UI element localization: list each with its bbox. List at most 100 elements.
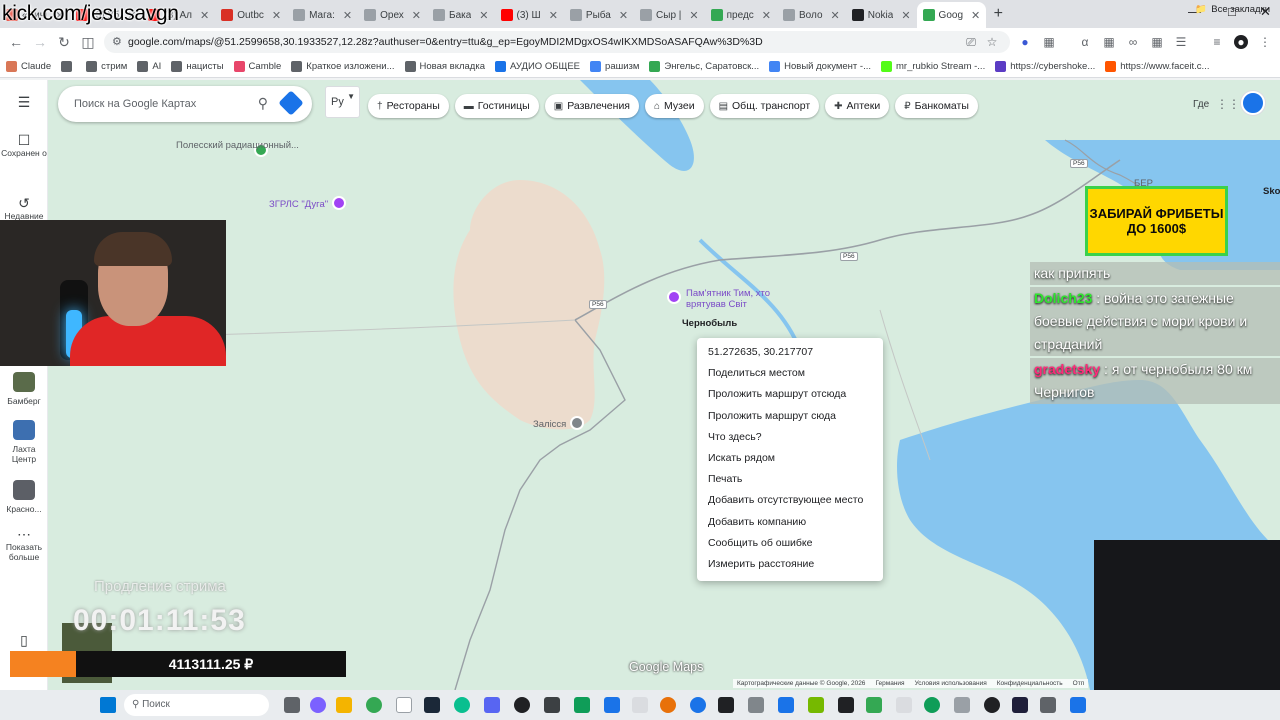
- reload-icon[interactable]: ↻: [52, 34, 76, 51]
- app-icon[interactable]: [604, 697, 620, 713]
- nvidia-icon[interactable]: [808, 697, 824, 713]
- browser-tab[interactable]: Воло ✕: [777, 2, 846, 28]
- all-bookmarks[interactable]: 📁 Все закладки: [1195, 4, 1270, 15]
- bookmark-item[interactable]: AI: [137, 61, 161, 72]
- browser-tab[interactable]: Бака ✕: [427, 2, 495, 28]
- language-select[interactable]: Ру ▼: [325, 86, 360, 118]
- context-menu-item[interactable]: Проложить маршрут отсюда: [697, 384, 883, 405]
- bookmark-star-icon[interactable]: ☆: [985, 35, 999, 49]
- terminal-icon[interactable]: [544, 697, 560, 713]
- context-menu-item[interactable]: Добавить компанию: [697, 512, 883, 533]
- browser-tab[interactable]: (3) Ш ✕: [495, 2, 564, 28]
- bookmark-item[interactable]: [61, 61, 76, 72]
- recent-place[interactable]: Красно...: [0, 480, 48, 514]
- bookmark-item[interactable]: Новый документ -...: [769, 61, 871, 72]
- label-polessky[interactable]: Полесский радиационный...: [176, 140, 299, 152]
- context-menu-item[interactable]: Измерить расстояние: [697, 554, 883, 575]
- context-menu-item[interactable]: Проложить маршрут сюда: [697, 406, 883, 427]
- poi-pin-icon[interactable]: [332, 196, 346, 210]
- app-icon[interactable]: [896, 697, 912, 713]
- maps-search-box[interactable]: Поиск на Google Картах ⚲: [58, 86, 312, 122]
- context-menu-item[interactable]: Печать: [697, 469, 883, 490]
- attribution-link[interactable]: Условия использования: [915, 680, 987, 687]
- side-panel-icon[interactable]: ◫: [76, 34, 100, 51]
- attribution-link[interactable]: Отп: [1073, 680, 1085, 687]
- recent-place[interactable]: Лахта Центр: [0, 420, 48, 464]
- app-icon[interactable]: [1012, 697, 1028, 713]
- attribution-link[interactable]: Конфиденциальность: [997, 680, 1063, 687]
- app-icon[interactable]: [984, 697, 1000, 713]
- install-icon[interactable]: ⎚: [964, 35, 978, 49]
- app-icon[interactable]: [838, 697, 854, 713]
- tab-close-icon[interactable]: ✕: [762, 9, 771, 22]
- bookmark-item[interactable]: Claude: [6, 61, 51, 72]
- context-menu-item[interactable]: Искать рядом: [697, 448, 883, 469]
- app-icon[interactable]: [1070, 697, 1086, 713]
- menu-button[interactable]: ☰: [0, 95, 48, 110]
- context-menu-item[interactable]: Поделиться местом: [697, 363, 883, 384]
- tab-close-icon[interactable]: ✕: [549, 9, 558, 22]
- monument-pin-icon[interactable]: [667, 290, 681, 304]
- app-icon[interactable]: [632, 697, 648, 713]
- tab-close-icon[interactable]: ✕: [619, 9, 628, 22]
- search-icon[interactable]: ⚲: [258, 95, 268, 112]
- calc-icon[interactable]: ▦: [1150, 35, 1164, 49]
- steam-icon[interactable]: [424, 697, 440, 713]
- profile-icon[interactable]: ●: [1234, 35, 1248, 49]
- category-chip[interactable]: † Рестораны: [368, 94, 449, 118]
- bookmark-item[interactable]: стрим: [86, 61, 127, 72]
- discord-icon[interactable]: [484, 697, 500, 713]
- app-icon[interactable]: [718, 697, 734, 713]
- bookmark-item[interactable]: https://cybershoke...: [995, 61, 1095, 72]
- tab-close-icon[interactable]: ✕: [689, 9, 698, 22]
- notepad-icon[interactable]: [396, 697, 412, 713]
- tab-close-icon[interactable]: ✕: [901, 9, 910, 22]
- browser-tab[interactable]: Goog ✕: [916, 2, 987, 28]
- phone-button[interactable]: ▯: [0, 633, 48, 648]
- tab-close-icon[interactable]: ✕: [272, 9, 281, 22]
- app-icon[interactable]: [748, 697, 764, 713]
- bookmark-item[interactable]: АУДИО ОБЩЕЕ: [495, 61, 580, 72]
- forward-icon[interactable]: →: [28, 34, 52, 50]
- label-chernobyl[interactable]: Чернобыль: [682, 318, 737, 329]
- back-icon[interactable]: ←: [4, 34, 28, 50]
- windows-start-icon[interactable]: [100, 697, 116, 713]
- label-monument[interactable]: Пам'ятник Тим, хто врятував Світ: [686, 288, 776, 310]
- menu-dots-icon[interactable]: ⋮: [1258, 35, 1272, 49]
- app-icon[interactable]: [454, 697, 470, 713]
- site-info-icon[interactable]: ⚙: [112, 35, 122, 48]
- translate-icon[interactable]: α: [1078, 35, 1092, 49]
- saved-button[interactable]: ☐ Сохранен о: [0, 133, 48, 158]
- app-icon[interactable]: [690, 697, 706, 713]
- label-zalissya[interactable]: Залісся: [533, 419, 566, 430]
- app-icon[interactable]: [660, 697, 676, 713]
- search-input[interactable]: Поиск на Google Картах: [74, 98, 196, 110]
- recent-button[interactable]: ↺ Недавние: [0, 196, 48, 221]
- layers-label[interactable]: Где: [1193, 99, 1209, 110]
- reading-list-icon[interactable]: ☰: [1174, 35, 1188, 49]
- category-chip[interactable]: ⌂ Музеи: [645, 94, 704, 118]
- bookmark-item[interactable]: Camble: [233, 61, 281, 72]
- bookmark-item[interactable]: нацисты: [171, 61, 224, 72]
- context-menu-item[interactable]: Сообщить об ошибке: [697, 533, 883, 554]
- extensions-icon[interactable]: ▦: [1042, 35, 1056, 49]
- app-icon[interactable]: [514, 697, 530, 713]
- category-chip[interactable]: ▬ Гостиницы: [454, 94, 539, 118]
- extension-vpn-icon[interactable]: ●: [1018, 35, 1032, 49]
- task-view-icon[interactable]: [284, 697, 300, 713]
- context-menu-item[interactable]: Что здесь?: [697, 427, 883, 448]
- bookmark-item[interactable]: Энгельс, Саратовск...: [649, 61, 759, 72]
- app-icon[interactable]: [1040, 697, 1056, 713]
- context-coords[interactable]: 51.272635, 30.217707: [697, 342, 883, 363]
- browser-tab[interactable]: Рыба ✕: [564, 2, 634, 28]
- tab-close-icon[interactable]: ✕: [412, 9, 421, 22]
- link-icon[interactable]: ∞: [1126, 35, 1140, 49]
- browser-tab[interactable]: Nokia ✕: [846, 2, 917, 28]
- app-icon[interactable]: [310, 697, 326, 713]
- town-pin-icon[interactable]: [570, 416, 584, 430]
- attribution-link[interactable]: Германия: [875, 680, 904, 687]
- browser-tab[interactable]: Outbc ✕: [215, 2, 287, 28]
- app-icon[interactable]: [954, 697, 970, 713]
- show-more-button[interactable]: ⋯ Показать больше: [0, 527, 48, 562]
- file-explorer-icon[interactable]: [336, 697, 352, 713]
